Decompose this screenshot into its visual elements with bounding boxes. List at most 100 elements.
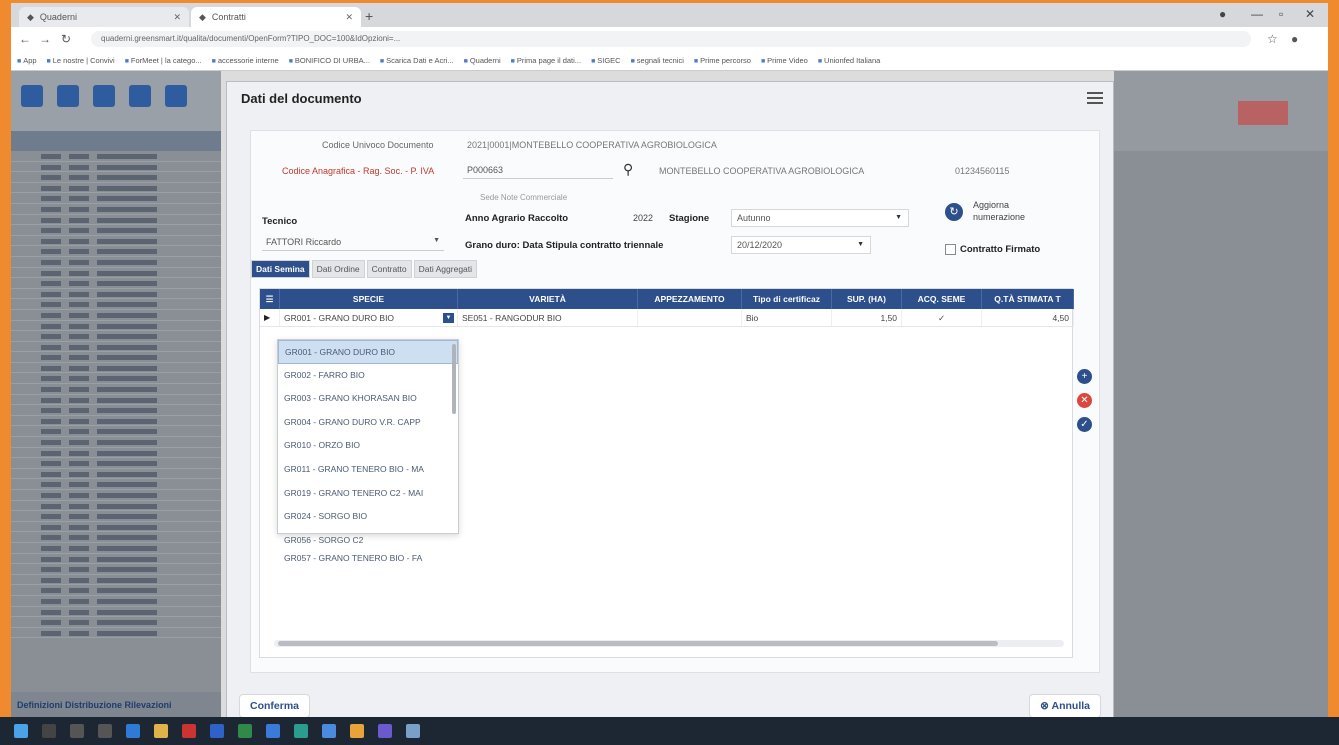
cancel-button[interactable]: ⊗ Annulla <box>1029 694 1101 718</box>
dropdown-option[interactable]: GR004 - GRANO DURO V.R. CAPP <box>278 411 458 435</box>
chrome-icon[interactable] <box>350 724 364 738</box>
outlook-icon[interactable] <box>266 724 280 738</box>
hamburger-menu-icon[interactable] <box>1087 92 1103 104</box>
tab-dati-ordine[interactable]: Dati Ordine <box>311 260 365 278</box>
scrollbar-thumb[interactable] <box>278 641 998 646</box>
app-icon[interactable] <box>294 724 308 738</box>
bookmark-item[interactable]: segnali tecnici <box>631 56 684 65</box>
background-grid-row <box>11 543 221 554</box>
minimize-button[interactable]: — <box>1251 7 1263 21</box>
background-right-header <box>1114 71 1328 151</box>
start-icon[interactable] <box>14 724 28 738</box>
dropdown-option[interactable]: GR056 - SORGO C2 <box>278 529 458 553</box>
codice-anagrafica-label: Codice Anagrafica - Rag. Soc. - P. IVA <box>282 166 435 176</box>
dropdown-option[interactable]: GR011 - GRANO TENERO BIO - MA <box>278 458 458 482</box>
bookmark-item[interactable]: SIGEC <box>591 56 620 65</box>
favicon-icon: ◆ <box>199 11 206 22</box>
codice-anagrafica-input[interactable]: P000663 <box>463 162 613 179</box>
url-input[interactable]: quaderni.greensmart.it/qualita/documenti… <box>91 31 1251 47</box>
explorer-icon[interactable] <box>154 724 168 738</box>
dropdown-scrollbar[interactable] <box>452 344 456 414</box>
acrobat-icon[interactable] <box>182 724 196 738</box>
column-header-varieta[interactable]: VARIETÀ <box>458 289 638 309</box>
column-header-acq-seme[interactable]: ACQ. SEME <box>902 289 982 309</box>
stagione-select[interactable]: Autunno ▼ <box>731 209 909 227</box>
reload-icon[interactable]: ↻ <box>61 32 71 46</box>
bookmark-item[interactable]: ForMeet | la catego... <box>125 56 202 65</box>
dropdown-option[interactable]: GR024 - SORGO BIO <box>278 505 458 529</box>
quantita-stimata-cell[interactable]: 4,50 <box>982 309 1074 326</box>
chevron-down-icon: ▼ <box>433 237 440 244</box>
numerazione-label[interactable]: numerazione <box>973 212 1025 222</box>
background-grid-row <box>11 437 221 448</box>
bookmark-item[interactable]: accessorie interne <box>212 56 279 65</box>
dropdown-option[interactable]: GR003 - GRANO KHORASAN BIO <box>278 387 458 411</box>
specie-cell[interactable]: GR001 - GRANO DURO BIO ▼ <box>280 309 458 326</box>
edge-icon[interactable] <box>126 724 140 738</box>
new-tab-button[interactable]: + <box>365 8 373 24</box>
contratto-firmato-checkbox[interactable] <box>945 244 956 255</box>
close-tab-icon[interactable]: ✕ <box>173 12 181 23</box>
background-grid-row <box>11 575 221 586</box>
column-header-tipo-certificazione[interactable]: Tipo di certificaz <box>742 289 832 309</box>
bookmark-item[interactable]: App <box>17 56 36 65</box>
star-icon[interactable]: ☆ <box>1267 32 1278 46</box>
back-icon[interactable]: ← <box>19 32 31 46</box>
bookmark-item[interactable]: Scarica Dati e Acri... <box>380 56 454 65</box>
app-icon[interactable] <box>322 724 336 738</box>
forward-icon[interactable]: → <box>39 32 51 46</box>
maximize-button[interactable]: ▫ <box>1279 7 1283 21</box>
contratto-firmato-label: Contratto Firmato <box>960 244 1041 255</box>
bookmark-item[interactable]: Prima page il dati... <box>511 56 581 65</box>
varieta-cell[interactable]: SE051 - RANGODUR BIO <box>458 309 638 326</box>
dropdown-option[interactable]: GR001 - GRANO DURO BIO <box>278 340 458 364</box>
horizontal-scrollbar[interactable] <box>274 640 1064 647</box>
profile-icon[interactable]: ● <box>1219 7 1226 21</box>
search-icon[interactable] <box>42 724 56 738</box>
close-window-button[interactable]: ✕ <box>1305 7 1315 21</box>
app-icon[interactable] <box>406 724 420 738</box>
delete-row-icon[interactable]: ✕ <box>1077 393 1092 408</box>
search-icon[interactable]: ⚲ <box>623 161 633 178</box>
teams-icon[interactable] <box>378 724 392 738</box>
aggiorna-label[interactable]: Aggiorna <box>973 200 1009 210</box>
task-view-icon[interactable] <box>70 724 84 738</box>
tab-dati-aggregati[interactable]: Dati Aggregati <box>413 260 478 278</box>
tab-contratto[interactable]: Contratto <box>366 260 412 278</box>
column-header-quantita-stimata[interactable]: Q.TÀ STIMATA T <box>982 289 1074 309</box>
confirm-button[interactable]: Conferma <box>239 694 311 718</box>
tecnico-select[interactable]: FATTORI Riccardo ▼ <box>262 234 444 251</box>
dropdown-option[interactable]: GR057 - GRANO TENERO BIO - FA <box>278 552 458 562</box>
bookmark-item[interactable]: Unionfed Italiana <box>818 56 880 65</box>
browser-tab-quaderni[interactable]: ◆ Quaderni ✕ <box>19 7 189 27</box>
dropdown-option[interactable]: GR010 - ORZO BIO <box>278 434 458 458</box>
data-stipula-select[interactable]: 20/12/2020 ▼ <box>731 236 871 254</box>
bookmark-item[interactable]: Prime percorso <box>694 56 751 65</box>
widgets-icon[interactable] <box>98 724 112 738</box>
bookmark-item[interactable]: BONIFICO DI URBA... <box>289 56 370 65</box>
appezzamento-cell[interactable] <box>638 309 742 326</box>
tab-dati-semina[interactable]: Dati Semina <box>251 260 310 278</box>
close-tab-icon[interactable]: ✕ <box>345 12 353 23</box>
confirm-row-icon[interactable]: ✓ <box>1077 417 1092 432</box>
column-header-specie[interactable]: SPECIE <box>280 289 458 309</box>
column-header-superficie[interactable]: SUP. (HA) <box>832 289 902 309</box>
dropdown-arrow-icon[interactable]: ▼ <box>443 313 454 323</box>
table-row[interactable]: ▶ GR001 - GRANO DURO BIO ▼ SE051 - RANGO… <box>260 309 1074 327</box>
bookmark-item[interactable]: Le nostre | Convivi <box>47 56 115 65</box>
superficie-cell[interactable]: 1,50 <box>832 309 902 326</box>
table-menu-icon[interactable]: ☰ <box>260 289 280 309</box>
account-icon[interactable]: ● <box>1291 32 1298 46</box>
tipo-certificazione-cell[interactable]: Bio <box>742 309 832 326</box>
add-row-icon[interactable]: + <box>1077 369 1092 384</box>
bookmark-item[interactable]: Prime Video <box>761 56 808 65</box>
word-icon[interactable] <box>210 724 224 738</box>
browser-tab-contratti[interactable]: ◆ Contratti ✕ <box>191 7 361 27</box>
acq-seme-cell[interactable]: ✓ <box>902 309 982 326</box>
dropdown-option[interactable]: GR019 - GRANO TENERO C2 - MAI <box>278 482 458 506</box>
dropdown-option[interactable]: GR002 - FARRO BIO <box>278 364 458 388</box>
bookmark-item[interactable]: Quaderni <box>464 56 501 65</box>
column-header-appezzamento[interactable]: APPEZZAMENTO <box>638 289 742 309</box>
refresh-numbering-icon[interactable]: ↻ <box>945 203 963 221</box>
excel-icon[interactable] <box>238 724 252 738</box>
